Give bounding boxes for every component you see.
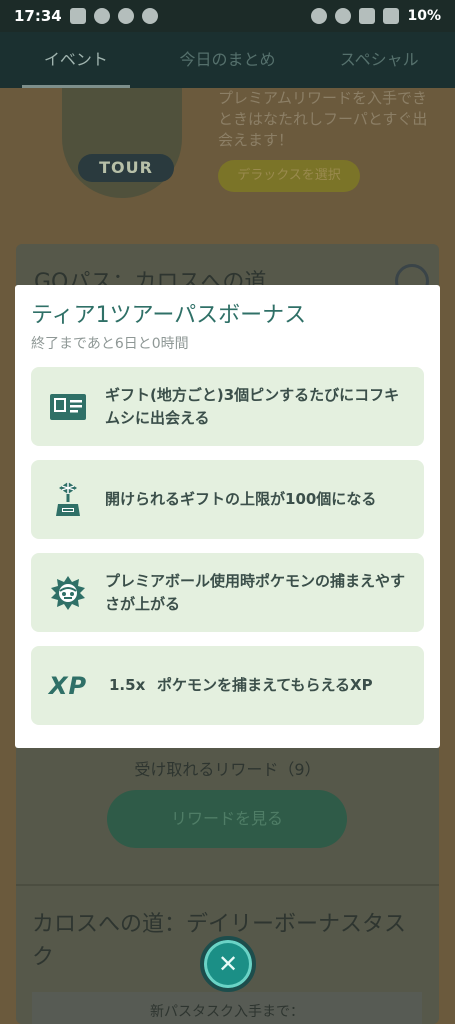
task-timer-bar: 新パスタスク入手まで： bbox=[32, 992, 422, 1024]
xp-bonus-row: 1.5x ポケモンを捕まえてもらえるXP bbox=[105, 674, 373, 697]
tab-event[interactable]: イベント bbox=[0, 32, 152, 88]
bonus-item-premier-ball: プレミアボール使用時ポケモンの捕まえやすさが上がる bbox=[31, 553, 424, 632]
bonus-list: ギフト(地方ごと)3個ピンするたびにコフキムシに出会える 開けられるギフトの上限… bbox=[31, 367, 424, 725]
call-icon bbox=[93, 8, 110, 24]
status-time: 17:34 bbox=[14, 7, 62, 25]
xp-multiplier: 1.5x bbox=[109, 676, 146, 694]
xp-icon: XP bbox=[47, 665, 89, 707]
tour-badge: TOUR bbox=[78, 154, 174, 182]
premier-ball-pokemon-icon bbox=[47, 572, 89, 614]
bonus-item-xp: XP 1.5x ポケモンを捕まえてもらえるXP bbox=[31, 646, 424, 725]
bonus-item-gift-pin: ギフト(地方ごと)3個ピンするたびにコフキムシに出会える bbox=[31, 367, 424, 446]
deluxe-select-button: デラックスを選択 bbox=[218, 160, 360, 192]
location-icon bbox=[311, 8, 328, 24]
xp-label: XP bbox=[48, 671, 88, 700]
close-icon: ✕ bbox=[217, 950, 239, 978]
bonus-text: プレミアボール使用時ポケモンの捕まえやすさが上がる bbox=[105, 571, 406, 613]
divider bbox=[16, 884, 439, 886]
wifi-icon bbox=[335, 8, 352, 24]
bonus-text: 開けられるギフトの上限が100個になる bbox=[105, 490, 377, 508]
fan-notification-icon bbox=[141, 8, 158, 24]
line-app-icon bbox=[69, 8, 86, 24]
dialog-title: ティア1ツアーパスボーナス bbox=[31, 303, 307, 328]
status-bar: 17:34 10% bbox=[0, 0, 455, 32]
battery-icon bbox=[383, 8, 400, 24]
rewards-count: 受け取れるリワード（9） bbox=[134, 760, 321, 779]
gift-box-icon bbox=[47, 479, 89, 521]
tour-pass-bonus-dialog: ティア1ツアーパスボーナス 終了まであと6日と0時間 ギフト(地方ごと)3個ピン… bbox=[15, 285, 440, 748]
bonus-text: ギフト(地方ごと)3個ピンするたびにコフキムシに出会える bbox=[105, 385, 400, 427]
close-button[interactable]: ✕ bbox=[200, 936, 256, 992]
tab-today-summary[interactable]: 今日のまとめ bbox=[152, 32, 304, 88]
screen: 17:34 10% イベント 今日のまとめ スペシャル TOUR プレミアムリワ… bbox=[0, 0, 455, 1024]
status-left: 17:34 bbox=[14, 7, 158, 25]
dialog-subtitle: 終了まであと6日と0時間 bbox=[31, 336, 189, 352]
status-right: 10% bbox=[311, 8, 441, 24]
battery-percent: 10% bbox=[407, 8, 441, 24]
bonus-item-gift-limit: 開けられるギフトの上限が100個になる bbox=[31, 460, 424, 539]
postcard-icon bbox=[47, 386, 89, 428]
pokeball-notification-icon bbox=[117, 8, 134, 24]
tab-bar: イベント 今日のまとめ スペシャル bbox=[0, 32, 455, 88]
promo-text: プレミアムリワードを入手できときはなたれしフーパとすぐ出会えます！ bbox=[218, 89, 428, 149]
signal-icon bbox=[359, 8, 376, 24]
tab-special[interactable]: スペシャル bbox=[303, 32, 455, 88]
xp-description: ポケモンを捕まえてもらえるXP bbox=[157, 676, 373, 694]
view-rewards-button: リワードを見る bbox=[107, 790, 347, 848]
